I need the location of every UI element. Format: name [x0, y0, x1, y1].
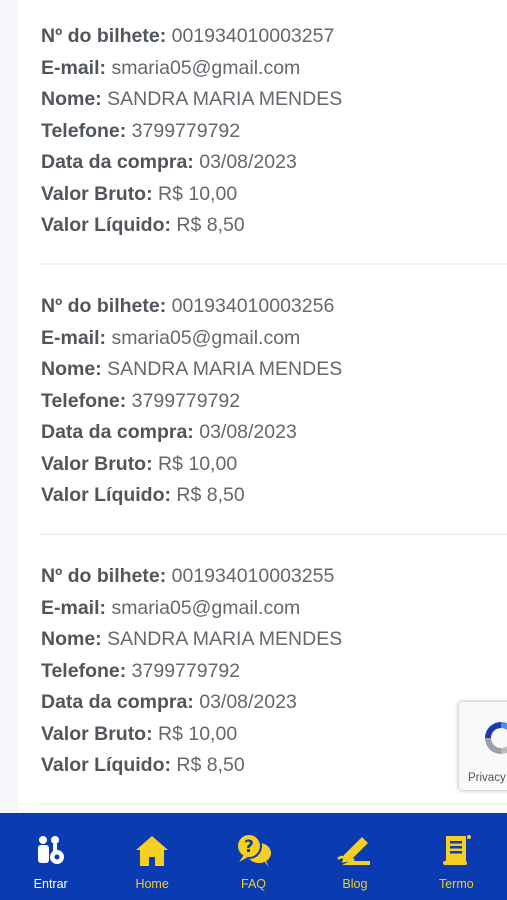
question-chat-icon: ? — [235, 833, 271, 867]
ticket-number-value: 001934010003256 — [171, 295, 335, 317]
nav-item-entrar[interactable]: Entrar — [0, 813, 101, 900]
phone-label: Telefone: — [41, 389, 127, 412]
recaptcha-logo-icon — [485, 722, 507, 754]
ticket-number-row: Nº do bilhete: 001934010003256 — [41, 291, 507, 323]
document-icon — [443, 835, 472, 865]
name-value: SANDRA MARIA MENDES — [107, 358, 343, 380]
gross-value-label: Valor Bruto: — [41, 722, 153, 745]
purchase-date-row: Data da compra: 03/08/2023 — [41, 417, 507, 449]
net-value-label: Valor Líquido: — [41, 754, 171, 776]
name-row: Nome: SANDRA MARIA MENDES — [41, 84, 507, 116]
purchase-date-label: Data da compra: — [41, 421, 194, 443]
gross-value-label: Valor Bruto: — [41, 452, 153, 475]
name-label: Nome: — [41, 358, 102, 380]
nav-label-termo: Termo — [438, 877, 474, 891]
gross-value-row: Valor Bruto: R$ 10,00 — [41, 719, 507, 751]
net-value: R$ 8,50 — [176, 214, 245, 236]
nav-item-blog[interactable]: Blog — [304, 813, 405, 900]
phone-value: 3799779792 — [131, 119, 241, 142]
nav-item-termo[interactable]: Termo — [406, 813, 507, 900]
purchase-date-row: Data da compra: 03/08/2023 — [41, 687, 507, 719]
phone-row: Telefone: 3799779792 — [41, 386, 507, 418]
phone-label: Telefone: — [41, 659, 127, 682]
gross-value-label: Valor Bruto: — [41, 182, 153, 205]
ticket-number-label: Nº do bilhete: — [41, 25, 167, 47]
nav-label-entrar: Entrar — [33, 877, 68, 891]
phone-value: 3799779792 — [131, 389, 241, 412]
email-value: smaria05@gmail.com — [111, 56, 301, 79]
ticket-number-row: Nº do bilhete: 001934010003255 — [41, 561, 507, 593]
ticket-number-value: 001934010003257 — [171, 25, 335, 47]
net-value: R$ 8,50 — [176, 484, 245, 506]
phone-label: Telefone: — [41, 119, 127, 142]
email-label: E-mail: — [41, 326, 107, 349]
ticket-item: Nº do bilhete: 001934010003257 E-mail: s… — [41, 21, 507, 242]
ticket-divider — [41, 533, 507, 535]
phone-value: 3799779792 — [131, 659, 241, 682]
nav-label-home: Home — [135, 877, 169, 891]
ticket-number-label: Nº do bilhete: — [41, 565, 167, 587]
purchase-date-value: 03/08/2023 — [199, 151, 297, 173]
ticket-number-value: 001934010003255 — [171, 565, 335, 587]
recaptcha-badge[interactable]: Privacy — [459, 702, 507, 790]
net-value: R$ 8,50 — [176, 754, 245, 776]
net-value-row: Valor Líquido: R$ 8,50 — [41, 210, 507, 242]
ticket-item: Nº do bilhete: 001934010003255 E-mail: s… — [41, 561, 507, 782]
email-value: smaria05@gmail.com — [111, 596, 301, 619]
gross-value: R$ 10,00 — [158, 722, 238, 745]
purchase-date-row: Data da compra: 03/08/2023 — [41, 147, 507, 179]
purchase-date-label: Data da compra: — [41, 691, 194, 713]
ticket-divider — [41, 803, 507, 805]
gross-value-row: Valor Bruto: R$ 10,00 — [41, 449, 507, 481]
name-label: Nome: — [41, 88, 102, 110]
svg-text:?: ? — [244, 837, 254, 857]
pencil-write-icon — [337, 837, 370, 865]
name-row: Nome: SANDRA MARIA MENDES — [41, 624, 507, 656]
name-value: SANDRA MARIA MENDES — [107, 628, 343, 650]
email-row: E-mail: smaria05@gmail.com — [41, 53, 507, 85]
gross-value: R$ 10,00 — [158, 452, 238, 475]
purchase-date-value: 03/08/2023 — [199, 691, 297, 713]
phone-row: Telefone: 3799779792 — [41, 116, 507, 148]
purchase-date-value: 03/08/2023 — [199, 421, 297, 443]
ticket-number-row: Nº do bilhete: 001934010003257 — [41, 21, 507, 53]
net-value-label: Valor Líquido: — [41, 484, 171, 506]
home-icon — [136, 836, 169, 866]
phone-row: Telefone: 3799779792 — [41, 656, 507, 688]
ticket-list: Nº do bilhete: 001934010003257 E-mail: s… — [18, 0, 507, 812]
name-row: Nome: SANDRA MARIA MENDES — [41, 354, 507, 386]
gross-value: R$ 10,00 — [158, 182, 238, 205]
nav-item-home[interactable]: Home — [101, 813, 202, 900]
bottom-nav: Entrar Home ? FAQ Blog Termo — [0, 813, 507, 900]
ticket-item: Nº do bilhete: 001934010003256 E-mail: s… — [41, 291, 507, 512]
ticket-divider — [41, 263, 507, 265]
email-row: E-mail: smaria05@gmail.com — [41, 593, 507, 625]
email-value: smaria05@gmail.com — [111, 326, 301, 349]
nav-item-faq[interactable]: ? FAQ — [203, 813, 304, 900]
nav-label-blog: Blog — [342, 877, 368, 891]
ticket-number-label: Nº do bilhete: — [41, 295, 167, 317]
email-row: E-mail: smaria05@gmail.com — [41, 323, 507, 355]
net-value-row: Valor Líquido: R$ 8,50 — [41, 480, 507, 512]
recaptcha-privacy-link[interactable]: Privacy — [468, 772, 506, 784]
email-label: E-mail: — [41, 596, 107, 619]
gross-value-row: Valor Bruto: R$ 10,00 — [41, 179, 507, 211]
user-key-icon — [37, 836, 64, 864]
net-value-label: Valor Líquido: — [41, 214, 171, 236]
email-label: E-mail: — [41, 56, 107, 79]
name-value: SANDRA MARIA MENDES — [107, 88, 343, 110]
nav-label-faq: FAQ — [241, 877, 267, 891]
name-label: Nome: — [41, 628, 102, 650]
net-value-row: Valor Líquido: R$ 8,50 — [41, 750, 507, 782]
purchase-date-label: Data da compra: — [41, 151, 194, 173]
